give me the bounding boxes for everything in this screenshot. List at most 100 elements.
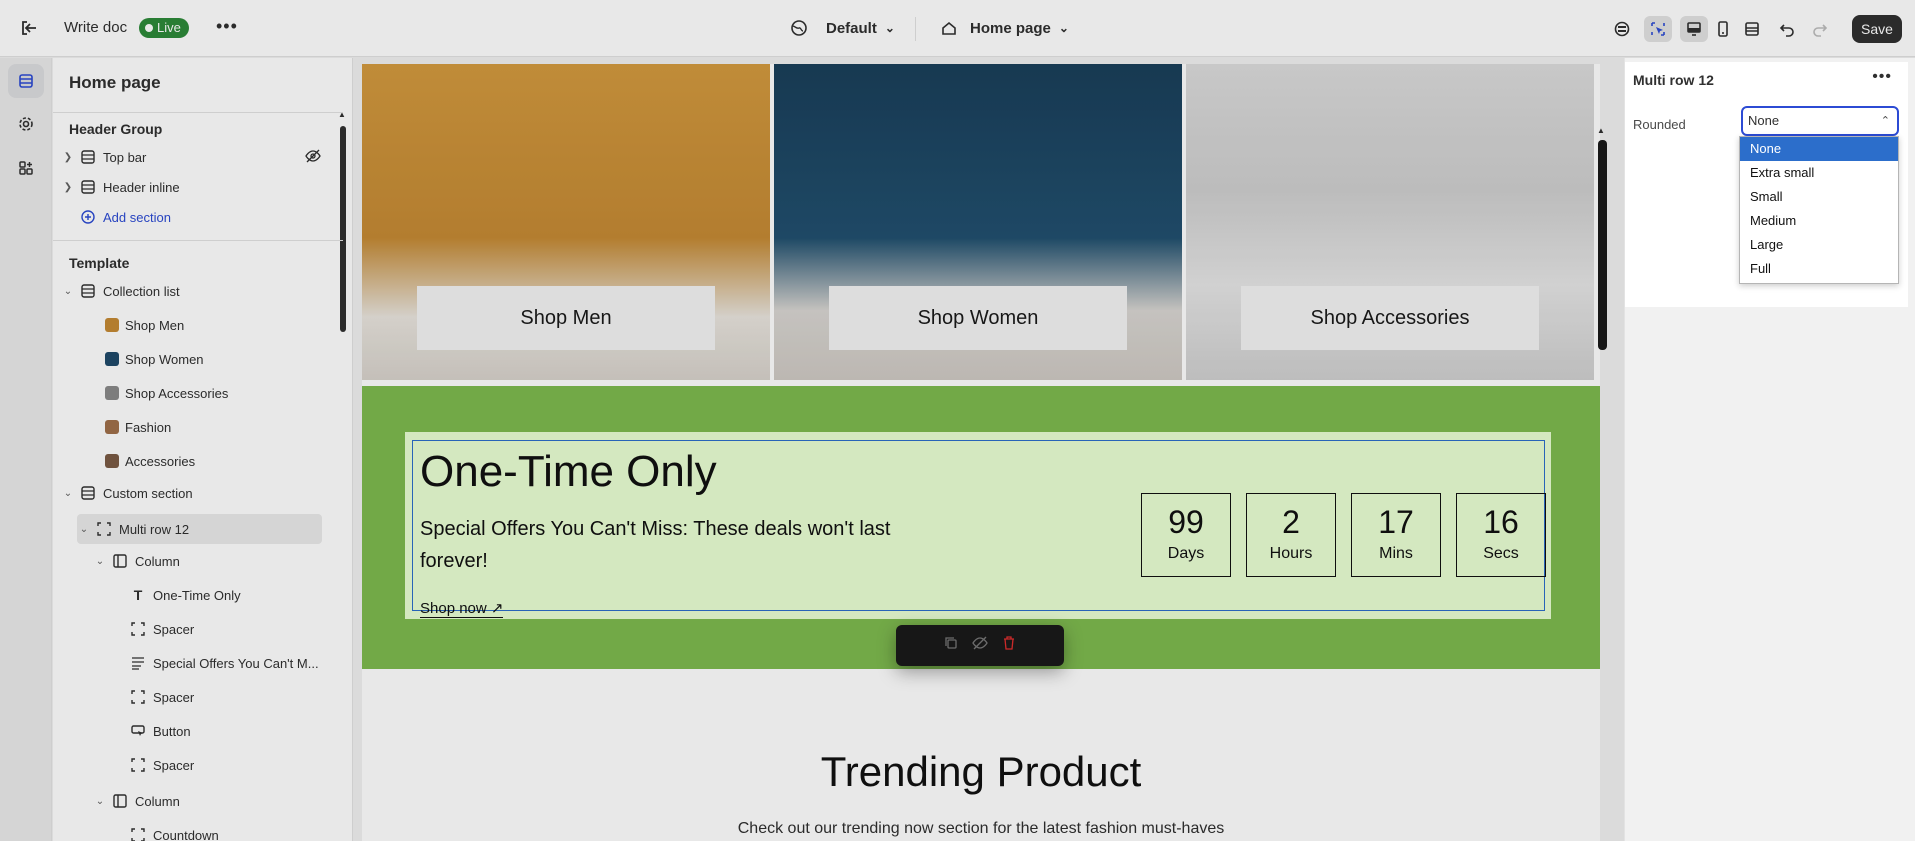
preview-scrollbar[interactable] bbox=[1598, 140, 1607, 350]
save-button[interactable]: Save bbox=[1852, 15, 1902, 43]
multi-row-block[interactable]: One-Time Only Special Offers You Can't M… bbox=[405, 432, 1551, 619]
duplicate-icon[interactable] bbox=[944, 636, 958, 655]
sidebar-item-label: Spacer bbox=[153, 757, 195, 773]
countdown-value: 16 bbox=[1483, 504, 1519, 540]
mobile-view-icon[interactable] bbox=[1709, 16, 1737, 42]
collection-button[interactable]: Shop Men bbox=[417, 286, 715, 350]
collection-thumbnail bbox=[105, 386, 119, 400]
chevron-down-icon[interactable]: ⌄ bbox=[93, 556, 107, 567]
divider bbox=[915, 17, 916, 41]
sidebar-item-custom-section[interactable]: ⌄ Custom section bbox=[61, 480, 351, 506]
button-icon bbox=[129, 722, 147, 740]
more-actions-icon[interactable]: ••• bbox=[1872, 68, 1892, 86]
countdown-value: 2 bbox=[1282, 504, 1300, 540]
sidebar-item-multi-row[interactable]: ⌄ Multi row 12 bbox=[77, 514, 322, 544]
more-actions-icon[interactable]: ••• bbox=[216, 16, 238, 37]
add-section-button[interactable]: Add section bbox=[75, 204, 352, 230]
exit-icon[interactable] bbox=[18, 17, 40, 39]
tokens-icon[interactable] bbox=[1608, 16, 1636, 42]
apps-icon[interactable] bbox=[8, 151, 44, 185]
section-icon bbox=[79, 148, 97, 166]
sidebar-item-header-inline[interactable]: ❯ Header inline bbox=[61, 174, 351, 200]
rounded-select-value: None bbox=[1748, 113, 1780, 128]
collection-image-women[interactable]: Shop Women bbox=[774, 64, 1182, 380]
sidebar-item-label: Spacer bbox=[153, 689, 195, 705]
desktop-view-icon[interactable] bbox=[1680, 16, 1708, 42]
spacer-icon bbox=[129, 688, 147, 706]
sidebar-item-label: Multi row 12 bbox=[119, 521, 190, 537]
chevron-right-icon[interactable]: ❯ bbox=[61, 152, 75, 163]
collection-button[interactable]: Shop Women bbox=[829, 286, 1127, 350]
sidebar-item-shop-men[interactable]: Shop Men bbox=[101, 312, 352, 338]
promo-subtitle[interactable]: Special Offers You Can't Miss: These dea… bbox=[420, 513, 920, 577]
promo-title[interactable]: One-Time Only bbox=[420, 447, 717, 497]
collection-image-men[interactable]: Shop Men bbox=[362, 64, 770, 380]
block-icon bbox=[95, 520, 113, 538]
doc-title: Write doc bbox=[64, 19, 128, 36]
sidebar-item-label: Button bbox=[153, 723, 191, 739]
arrow-up-right-icon: ↗ bbox=[490, 600, 504, 617]
sidebar-item-fashion[interactable]: Fashion bbox=[101, 414, 352, 440]
add-section-label: Add section bbox=[103, 209, 171, 225]
fullscreen-icon[interactable] bbox=[1738, 16, 1766, 42]
sidebar-item-paragraph[interactable]: Special Offers You Can't M... bbox=[125, 650, 352, 676]
trash-icon[interactable] bbox=[1002, 636, 1016, 655]
sidebar-item-shop-women[interactable]: Shop Women bbox=[101, 346, 352, 372]
collection-button[interactable]: Shop Accessories bbox=[1241, 286, 1539, 350]
sidebar-item-column[interactable]: ⌄ Column bbox=[93, 788, 352, 814]
chevron-down-icon[interactable]: ⌄ bbox=[61, 488, 75, 499]
chevron-down-icon[interactable]: ⌄ bbox=[93, 796, 107, 807]
option-small[interactable]: Small bbox=[1740, 185, 1898, 209]
sidebar-item-spacer[interactable]: Spacer bbox=[125, 752, 352, 778]
chevron-down-icon[interactable]: ⌄ bbox=[61, 286, 75, 297]
preview-canvas: Shop Men Shop Women Shop Accessories One… bbox=[354, 58, 1624, 841]
sidebar-item-label: Shop Accessories bbox=[125, 385, 229, 401]
collection-image-accessories[interactable]: Shop Accessories bbox=[1186, 64, 1594, 380]
rounded-select[interactable]: None ⌃⌄ bbox=[1741, 106, 1899, 153]
block-toolbar bbox=[896, 625, 1064, 666]
sidebar-item-spacer[interactable]: Spacer bbox=[125, 616, 352, 642]
sidebar-item-countdown[interactable]: Countdown bbox=[125, 822, 352, 841]
page-title: Home page bbox=[69, 73, 161, 92]
sidebar-item-button[interactable]: Button bbox=[125, 718, 352, 744]
shop-now-link[interactable]: Shop now ↗ bbox=[420, 599, 504, 618]
option-medium[interactable]: Medium bbox=[1740, 209, 1898, 233]
scroll-up-icon[interactable]: ▲ bbox=[1597, 126, 1605, 135]
sidebar-item-text[interactable]: T One-Time Only bbox=[125, 582, 352, 608]
option-none[interactable]: None bbox=[1740, 137, 1898, 161]
option-full[interactable]: Full bbox=[1740, 257, 1898, 281]
inspector-icon[interactable] bbox=[1644, 16, 1672, 42]
layers-sidebar: Home page ▲ Header Group ❯ Top bar ❯ Hea… bbox=[53, 58, 353, 841]
countdown-unit: Mins bbox=[1379, 545, 1413, 562]
chevron-down-icon: ⌄ bbox=[1058, 21, 1069, 35]
countdown-hours: 2 Hours bbox=[1246, 493, 1336, 577]
page-dropdown[interactable]: Home page ⌄ bbox=[940, 19, 1069, 37]
sidebar-item-top-bar[interactable]: ❯ Top bar bbox=[61, 144, 351, 170]
chevron-right-icon[interactable]: ❯ bbox=[61, 182, 75, 193]
countdown-secs: 16 Secs bbox=[1456, 493, 1546, 577]
option-extra-small[interactable]: Extra small bbox=[1740, 161, 1898, 185]
chevron-down-icon[interactable]: ⌄ bbox=[77, 524, 91, 535]
sidebar-item-label: Custom section bbox=[103, 485, 193, 501]
spacer-icon bbox=[129, 620, 147, 638]
eye-off-icon[interactable] bbox=[972, 636, 988, 655]
eye-off-icon[interactable] bbox=[305, 149, 321, 166]
option-large[interactable]: Large bbox=[1740, 233, 1898, 257]
status-badge: Live bbox=[139, 18, 189, 38]
sections-icon[interactable] bbox=[8, 64, 44, 98]
countdown-unit: Hours bbox=[1269, 545, 1313, 562]
gear-icon[interactable] bbox=[8, 107, 44, 141]
sidebar-item-accessories[interactable]: Accessories bbox=[101, 448, 352, 474]
theme-dropdown[interactable]: Default ⌄ bbox=[790, 19, 895, 37]
sidebar-item-collection-list[interactable]: ⌄ Collection list bbox=[61, 278, 351, 304]
spacer-icon bbox=[129, 826, 147, 841]
sidebar-item-spacer[interactable]: Spacer bbox=[125, 684, 352, 710]
sidebar-item-shop-accessories[interactable]: Shop Accessories bbox=[101, 380, 352, 406]
shop-now-label: Shop now bbox=[420, 600, 487, 617]
undo-icon[interactable] bbox=[1773, 16, 1801, 42]
text-icon: T bbox=[133, 587, 143, 603]
plus-circle-icon bbox=[79, 208, 97, 226]
sidebar-item-column[interactable]: ⌄ Column bbox=[93, 548, 352, 574]
template-heading: Template bbox=[69, 255, 130, 271]
redo-icon[interactable] bbox=[1806, 16, 1834, 42]
